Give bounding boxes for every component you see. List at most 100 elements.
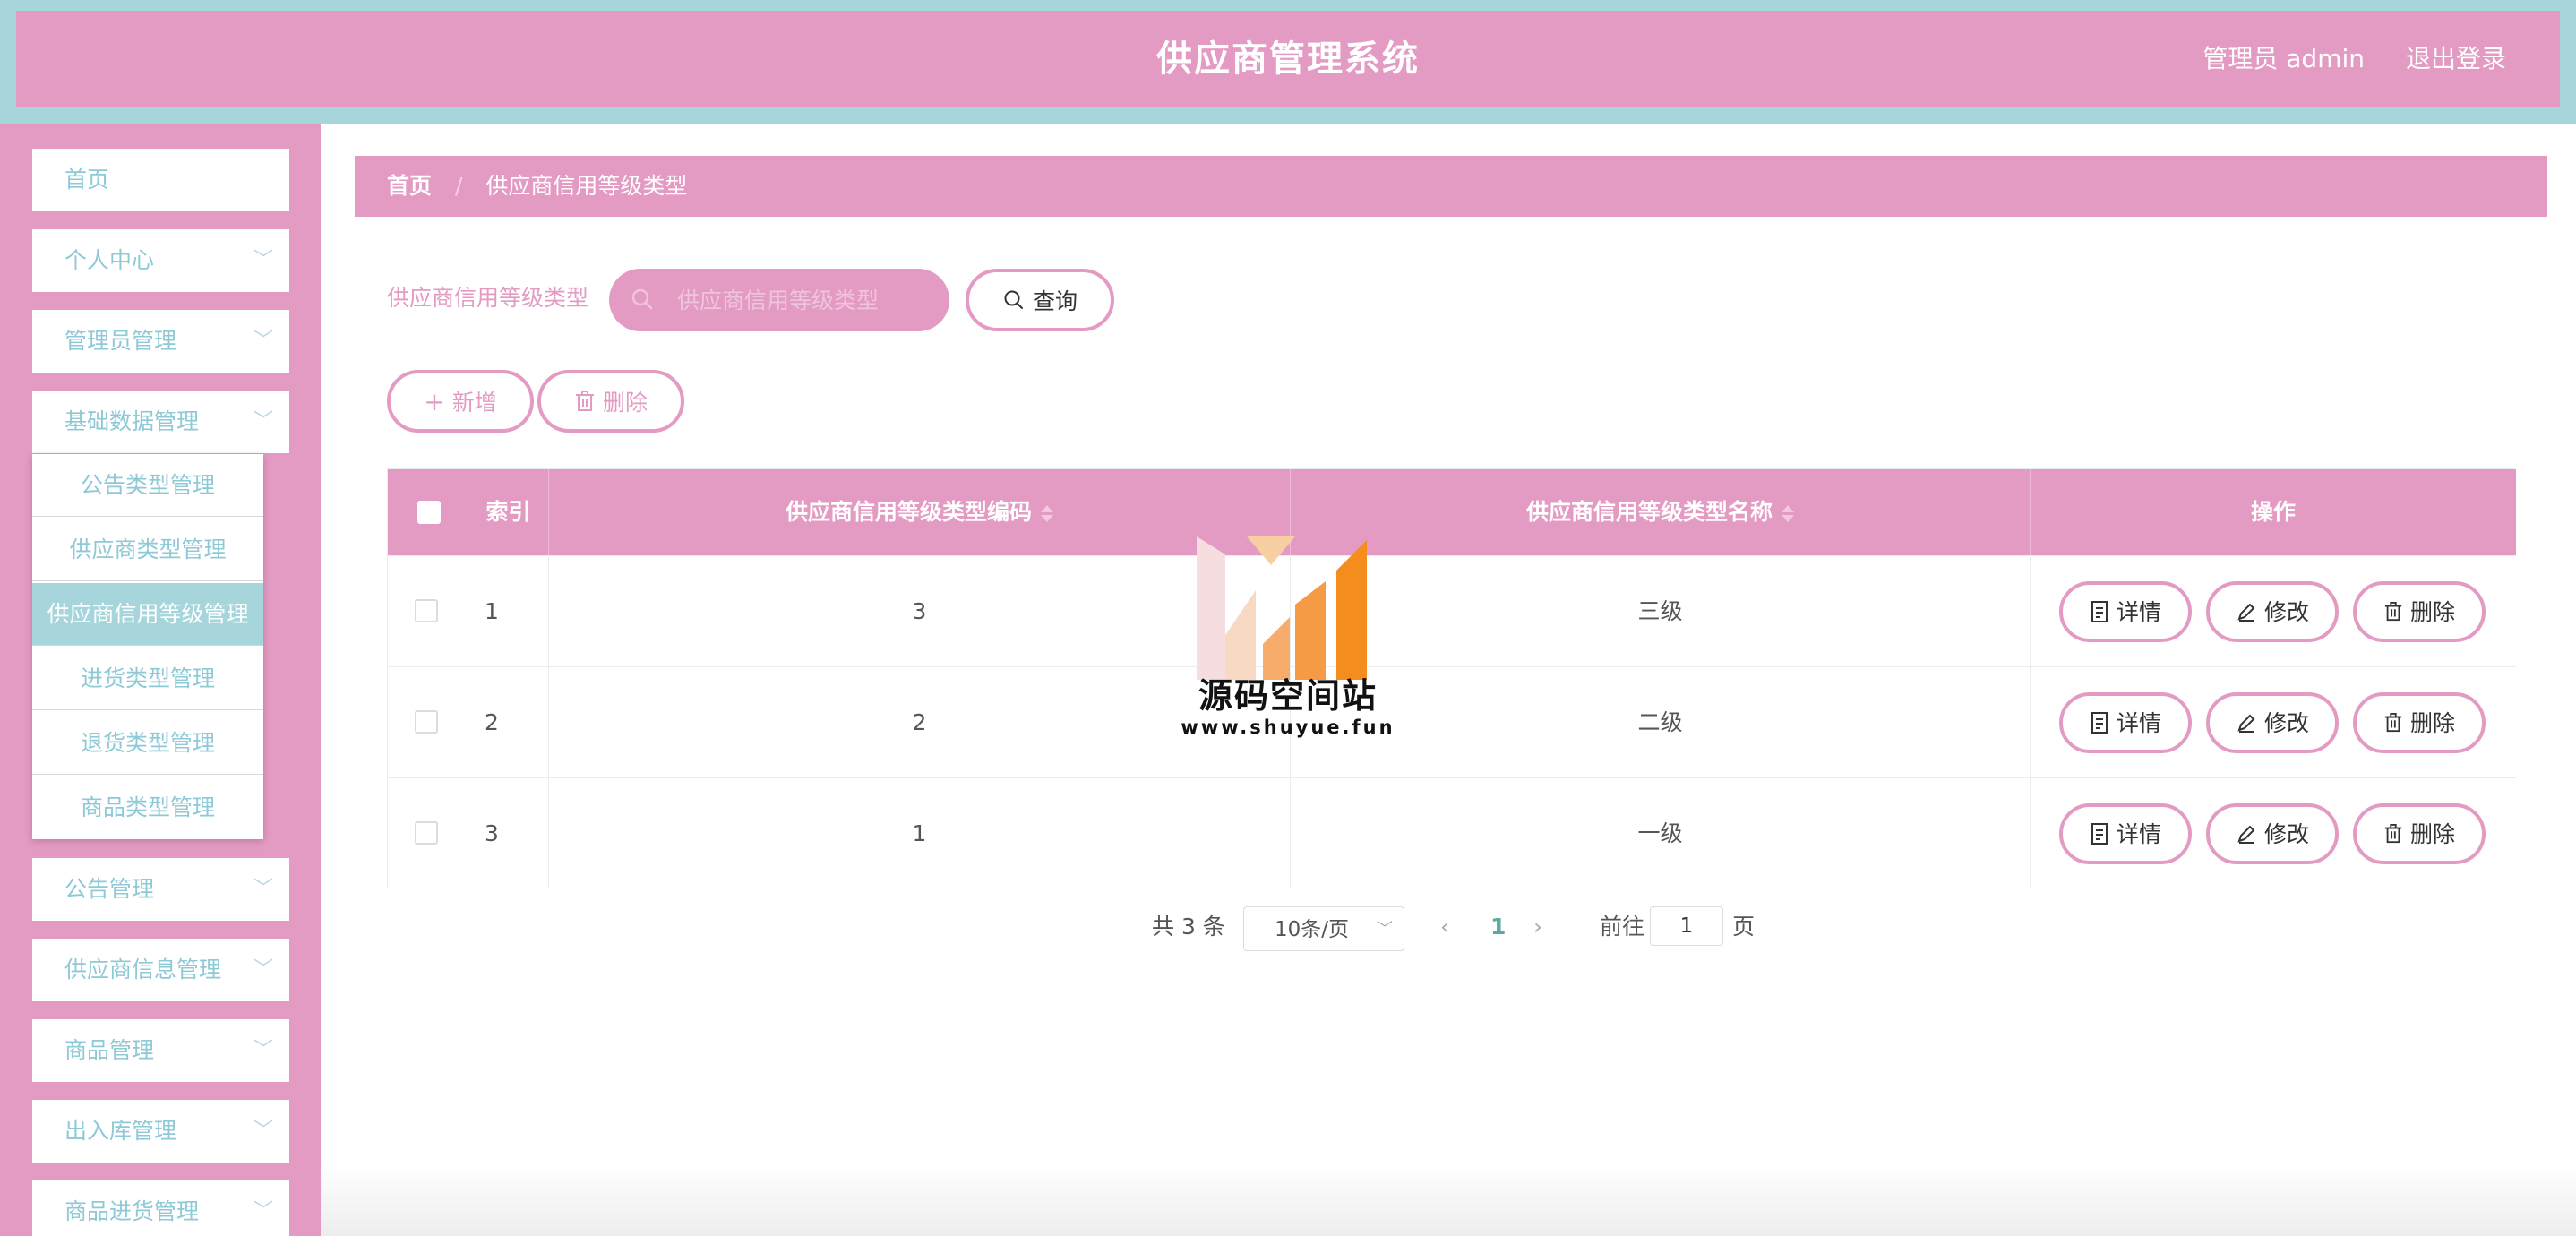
detail-button[interactable]: 详情 (2059, 803, 2192, 864)
page-number-current[interactable]: 1 (1490, 906, 1506, 948)
submenu-item-purchase-type[interactable]: 进货类型管理 (32, 648, 263, 710)
sidebar-item-supplier-info[interactable]: 供应商信息管理 ﹀ (32, 939, 289, 1001)
detail-button-label: 详情 (2116, 820, 2161, 847)
query-button[interactable]: 查询 (966, 269, 1114, 331)
sidebar-item-label: 商品进货管理 (64, 1198, 200, 1224)
column-header-code[interactable]: 供应商信用等级类型编码 (549, 469, 1291, 555)
cell-actions: 详情 修改 删除 (2031, 778, 2516, 888)
cell-index: 3 (468, 778, 549, 888)
cell-name: 三级 (1291, 556, 2031, 666)
sidebar-item-admin-management[interactable]: 管理员管理 ﹀ (32, 310, 289, 373)
bottom-shadow (321, 1164, 2576, 1236)
sidebar-item-label: 商品管理 (64, 1037, 155, 1063)
breadcrumb-separator: / (454, 173, 463, 199)
sidebar-item-label: 首页 (64, 167, 110, 193)
submenu-item-notice-type[interactable]: 公告类型管理 (32, 454, 263, 517)
column-header-code-label: 供应商信用等级类型编码 (785, 499, 1032, 525)
main-content: 首页 / 供应商信用等级类型 供应商信用等级类型 查询 + 新增 删除 (321, 124, 2576, 1236)
plus-icon: + (424, 386, 445, 416)
sidebar-item-home[interactable]: 首页 (32, 149, 289, 211)
goto-prefix: 前往 (1600, 914, 1645, 940)
chevron-down-icon: ﹀ (1377, 920, 1393, 939)
base-data-submenu: 公告类型管理 供应商类型管理 供应商信用等级管理 进货类型管理 退货类型管理 商… (32, 454, 263, 839)
delete-button[interactable]: 删除 (2353, 692, 2486, 753)
breadcrumb: 首页 / 供应商信用等级类型 (355, 156, 2547, 217)
submenu-item-return-type[interactable]: 退货类型管理 (32, 712, 263, 775)
chevron-down-icon: ﹀ (253, 330, 273, 352)
logout-link[interactable]: 退出登录 (2406, 11, 2506, 107)
trash-icon (2384, 824, 2402, 844)
sidebar-item-inventory[interactable]: 出入库管理 ﹀ (32, 1100, 289, 1163)
sidebar-item-label: 管理员管理 (64, 328, 177, 354)
submenu-item-supplier-type[interactable]: 供应商类型管理 (32, 519, 263, 581)
edit-button-label: 修改 (2263, 598, 2309, 625)
document-icon (2091, 712, 2108, 734)
chevron-down-icon: ﹀ (253, 1039, 273, 1061)
document-icon (2091, 601, 2108, 622)
goto-page-input[interactable] (1650, 906, 1723, 946)
table-row: 2 2 二级 详情 修改 删除 (388, 666, 2516, 777)
search-icon (1004, 290, 1023, 309)
sidebar-item-label: 供应商信息管理 (64, 957, 222, 983)
watermark-text: 源码空间站 (1198, 676, 1378, 716)
edit-button[interactable]: 修改 (2206, 803, 2339, 864)
page-size-select[interactable]: 10条/页 ﹀ (1243, 906, 1404, 951)
sidebar-item-notice-management[interactable]: 公告管理 ﹀ (32, 858, 289, 921)
edit-icon (2237, 603, 2255, 622)
batch-delete-button[interactable]: 删除 (537, 370, 684, 433)
column-header-index: 索引 (468, 469, 549, 555)
current-user: 管理员 admin (2202, 44, 2365, 73)
cell-code: 1 (549, 778, 1291, 888)
edit-button[interactable]: 修改 (2206, 581, 2339, 642)
row-checkbox[interactable] (415, 821, 438, 845)
detail-button-label: 详情 (2116, 709, 2161, 736)
watermark-url: www.shuyue.fun (1181, 717, 1395, 738)
sidebar-item-label: 个人中心 (64, 247, 155, 273)
breadcrumb-current: 供应商信用等级类型 (485, 173, 688, 199)
add-button[interactable]: + 新增 (387, 370, 534, 433)
delete-button[interactable]: 删除 (2353, 803, 2486, 864)
edit-button[interactable]: 修改 (2206, 692, 2339, 753)
sort-icon (1782, 502, 1794, 525)
breadcrumb-home[interactable]: 首页 (387, 173, 432, 199)
sidebar-item-personal-center[interactable]: 个人中心 ﹀ (32, 229, 289, 292)
row-checkbox[interactable] (415, 599, 438, 622)
edit-icon (2237, 825, 2255, 844)
row-checkbox[interactable] (415, 710, 438, 734)
delete-button-label: 删除 (2409, 820, 2455, 847)
cell-actions: 详情 修改 删除 (2031, 667, 2516, 777)
search-icon (631, 288, 653, 310)
trash-icon (2384, 713, 2402, 733)
sidebar-item-goods-management[interactable]: 商品管理 ﹀ (32, 1019, 289, 1082)
query-button-label: 查询 (1032, 288, 1078, 314)
row-select-cell (388, 556, 468, 666)
column-header-name[interactable]: 供应商信用等级类型名称 (1291, 469, 2031, 555)
cell-actions: 详情 修改 删除 (2031, 556, 2516, 666)
trash-icon (575, 391, 594, 411)
chevron-down-icon: ﹀ (253, 1200, 273, 1223)
delete-button-label: 删除 (2409, 598, 2455, 625)
delete-button-label: 删除 (2409, 709, 2455, 736)
sidebar-item-label: 公告管理 (64, 876, 155, 902)
header: 供应商管理系统 管理员 admin 退出登录 (16, 11, 2560, 107)
submenu-item-credit-level[interactable]: 供应商信用等级管理 (32, 583, 263, 646)
detail-button[interactable]: 详情 (2059, 692, 2192, 753)
goto-suffix: 页 (1732, 914, 1756, 940)
sidebar-item-purchase[interactable]: 商品进货管理 ﹀ (32, 1180, 289, 1236)
sort-icon (1041, 502, 1053, 525)
cell-code: 3 (549, 556, 1291, 666)
next-page-icon[interactable]: › (1533, 906, 1542, 948)
column-header-name-label: 供应商信用等级类型名称 (1525, 499, 1773, 525)
submenu-item-goods-type[interactable]: 商品类型管理 (32, 777, 263, 839)
sidebar-item-base-data[interactable]: 基础数据管理 ﹀ (32, 391, 289, 453)
prev-page-icon[interactable]: ‹ (1440, 906, 1449, 948)
table-header: 索引 供应商信用等级类型编码 供应商信用等级类型名称 操作 (388, 469, 2516, 555)
cell-name: 一级 (1291, 778, 2031, 888)
detail-button[interactable]: 详情 (2059, 581, 2192, 642)
chevron-down-icon: ﹀ (253, 249, 273, 271)
column-header-actions: 操作 (2250, 499, 2296, 525)
table-row: 1 3 三级 详情 修改 删除 (388, 555, 2516, 666)
select-all-checkbox[interactable] (417, 501, 441, 524)
delete-button[interactable]: 删除 (2353, 581, 2486, 642)
detail-button-label: 详情 (2116, 598, 2161, 625)
